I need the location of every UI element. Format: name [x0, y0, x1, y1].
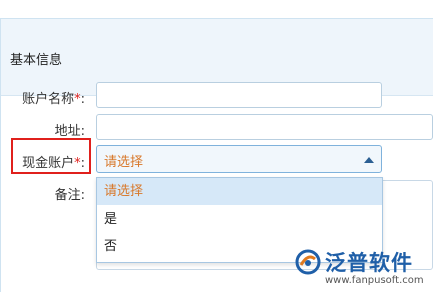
dropdown-option[interactable]: 请选择: [97, 178, 382, 205]
logo-url: www.fanpusoft.com: [325, 275, 424, 286]
cash-account-select[interactable]: 请选择: [96, 145, 382, 173]
dropdown-option[interactable]: 是: [97, 206, 382, 233]
panel-title: 基本信息: [10, 53, 63, 68]
account-name-input[interactable]: [96, 82, 382, 108]
address-input[interactable]: [96, 114, 433, 140]
remark-label: 备注:: [54, 188, 85, 203]
select-value: 请选择: [104, 155, 144, 170]
brand-logo: 泛普软件 www.fanpusoft.com: [295, 247, 433, 292]
caret-up-icon[interactable]: [364, 157, 374, 163]
logo-name: 泛普软件: [325, 251, 413, 275]
account-name-label: 账户名称*:: [22, 92, 85, 107]
fanpu-logo-icon: [295, 249, 321, 275]
cash-account-label: 现金账户*:: [22, 156, 85, 171]
address-label: 地址:: [54, 124, 85, 139]
